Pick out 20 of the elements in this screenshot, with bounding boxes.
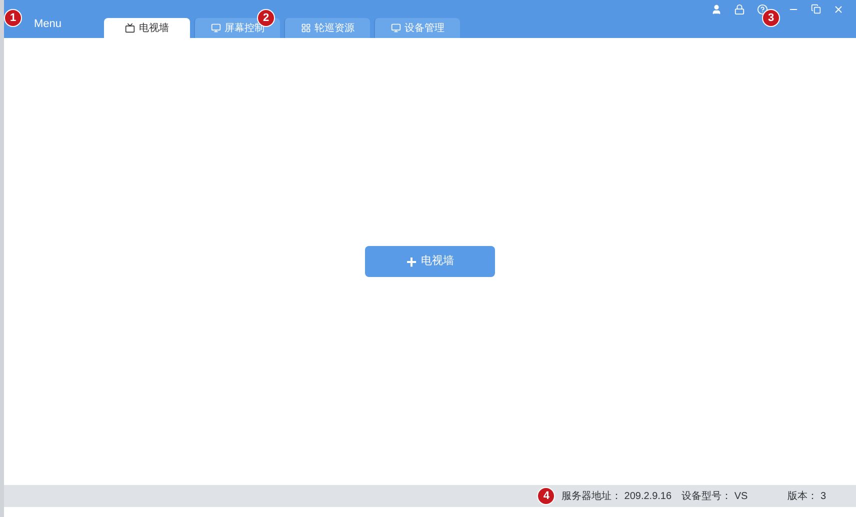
callout-badge: 1: [4, 9, 22, 27]
restore-icon[interactable]: [811, 4, 821, 14]
menu-button[interactable]: Menu: [34, 16, 62, 32]
status-text: 服务器地址： 209.2.9.16: [561, 490, 672, 504]
help-icon[interactable]: [757, 4, 768, 15]
tab-icon: [300, 23, 310, 33]
tab[interactable]: 轮巡资源: [284, 18, 370, 38]
tab[interactable]: 电视墙: [104, 18, 190, 38]
tab[interactable]: 设备管理: [374, 18, 460, 38]
status-text: 版本： 3: [788, 490, 826, 504]
close-icon[interactable]: [833, 4, 844, 15]
tab-icon: [125, 23, 135, 33]
callout-badge: 3: [762, 9, 780, 27]
callout-badge: 4: [537, 487, 556, 505]
lock-icon[interactable]: [734, 4, 745, 15]
tab-icon: [390, 23, 400, 33]
status-text: 设备型号： VS: [682, 490, 748, 504]
add-tv-wall-button[interactable]: + 电视墙: [365, 246, 495, 277]
user-icon[interactable]: [711, 4, 722, 15]
tab-icon: [210, 23, 220, 33]
